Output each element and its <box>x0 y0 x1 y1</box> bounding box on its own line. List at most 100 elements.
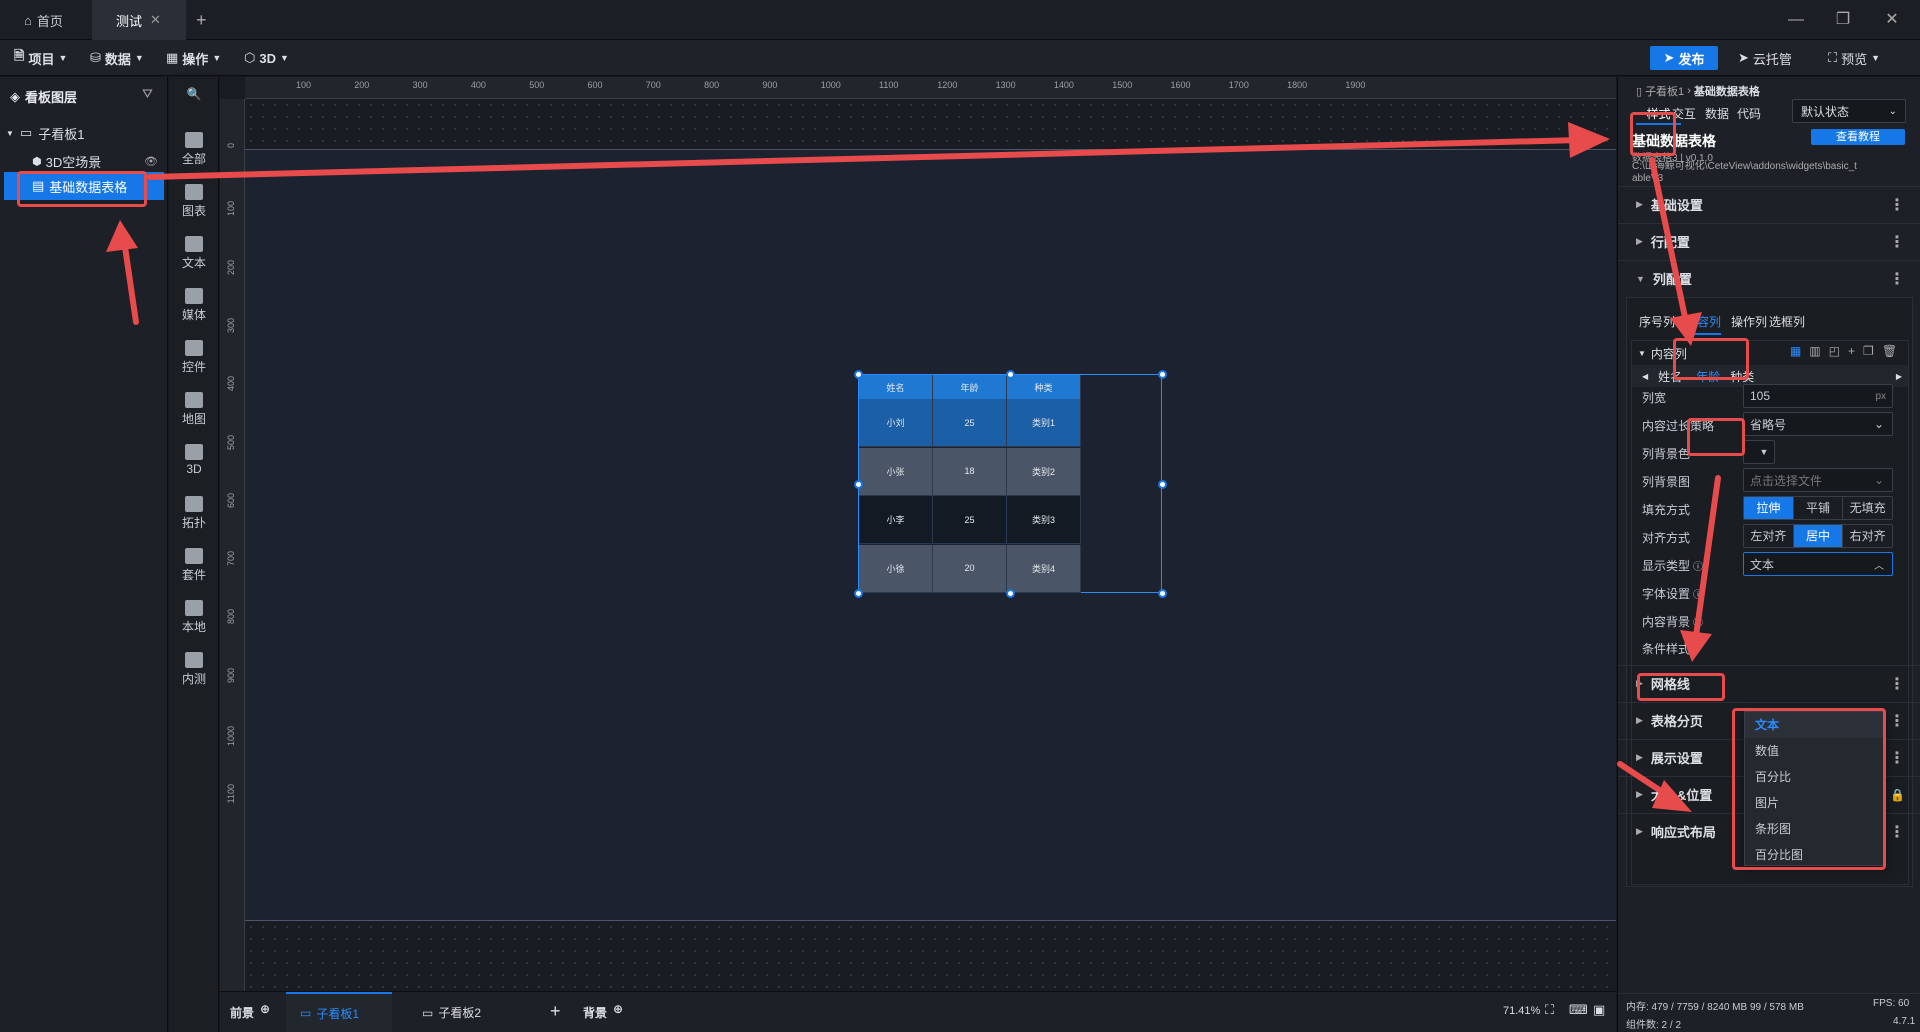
align-center[interactable]: 居中 <box>1793 525 1844 547</box>
overflow-select[interactable]: 省略号 ⌄ <box>1743 412 1893 436</box>
caret-right-icon[interactable]: ▶ <box>1896 372 1902 381</box>
table-widget[interactable]: 姓名 年龄 种类 小刘 25 类别1 小张 18 类别2 小李 25 类别3 小徐 20 类别4 <box>854 370 1167 598</box>
category-beta[interactable]: 内测 <box>169 652 219 687</box>
more-icon[interactable]: ⋮ <box>1889 822 1905 842</box>
filter-icon[interactable]: ⛛ <box>142 86 153 102</box>
col-tab-content[interactable]: 内容列 <box>1685 313 1722 335</box>
tab-code[interactable]: 代码 <box>1737 103 1761 125</box>
keyboard-icon[interactable]: ⌨ <box>1569 1002 1588 1018</box>
category-topology[interactable]: 拓扑 <box>169 496 219 531</box>
table-icon[interactable]: ▦ <box>1790 344 1801 358</box>
align-right[interactable]: 右对齐 <box>1843 525 1892 547</box>
add-circle-icon[interactable]: ⊕ <box>613 1002 623 1016</box>
menu-project[interactable]: 🗎 项目 ▼ <box>14 40 67 76</box>
tab-foreground[interactable]: 前景 ⊕ <box>230 1002 270 1021</box>
preview-button[interactable]: ⛶ 预览 ▼ <box>1828 40 1880 76</box>
tab-subboard-2[interactable]: ▭ 子看板2 <box>422 1004 481 1021</box>
category-text[interactable]: 文本 <box>169 236 219 271</box>
bg-image-select[interactable]: 点击选择文件 ⌄ <box>1743 468 1893 492</box>
terminal-icon[interactable]: ▣ <box>1593 1002 1605 1018</box>
more-icon[interactable]: ⋮ <box>1889 674 1905 694</box>
col-tab-index[interactable]: 序号列 <box>1639 313 1675 330</box>
chevron-down-icon: ▼ <box>212 53 222 63</box>
help-icon[interactable]: ⓘ <box>1693 558 1703 573</box>
help-icon[interactable]: ⓘ <box>1693 586 1703 601</box>
display-type-label: 显示类型 ⓘ <box>1642 558 1704 573</box>
search-icon[interactable]: 🔍 <box>169 87 219 101</box>
resize-handle[interactable] <box>854 589 863 598</box>
fit-screen-icon[interactable]: ⛶ <box>1545 1002 1554 1018</box>
add-icon[interactable]: + <box>1848 344 1855 358</box>
caret-down-icon: ▼ <box>1759 447 1769 457</box>
tab-home[interactable]: ⌂ 首页 <box>0 0 92 40</box>
resize-handle[interactable] <box>1006 589 1015 598</box>
resize-handle[interactable] <box>854 480 863 489</box>
publish-button[interactable]: ➤ 发布 <box>1650 46 1718 70</box>
fill-tile[interactable]: 平铺 <box>1794 497 1844 519</box>
more-icon[interactable]: ⋮ <box>1889 232 1905 252</box>
category-map[interactable]: 地图 <box>169 392 219 427</box>
resize-handle[interactable] <box>1158 480 1167 489</box>
layout-icon[interactable]: ▥ <box>1809 344 1820 358</box>
add-circle-icon[interactable]: ⊕ <box>260 1002 270 1016</box>
resize-handle[interactable] <box>1158 370 1167 379</box>
category-media[interactable]: 媒体 <box>169 288 219 323</box>
ruler-tick-label: 1700 <box>1228 80 1249 90</box>
close-icon[interactable]: ✕ <box>150 12 161 28</box>
section-col-config[interactable]: ▼ 列配置 ⋮ <box>1618 260 1920 296</box>
category-3d[interactable]: 3D <box>169 444 219 476</box>
send-icon: ➤ <box>1738 50 1749 65</box>
category-chart[interactable]: 图表 <box>169 184 219 219</box>
align-left[interactable]: 左对齐 <box>1744 525 1794 547</box>
paint-icon[interactable]: ◰ <box>1829 344 1840 358</box>
col-tab-checkbox[interactable]: 选框列 <box>1769 313 1805 330</box>
section-basic[interactable]: ▶ 基础设置 ⋮ <box>1618 186 1920 222</box>
menu-data[interactable]: ⛁ 数据 ▼ <box>90 40 144 76</box>
close-window-icon[interactable]: ✕ <box>1882 10 1902 30</box>
category-local[interactable]: 本地 <box>169 600 219 635</box>
fill-none[interactable]: 无填充 <box>1843 497 1892 519</box>
category-control[interactable]: 控件 <box>169 340 219 375</box>
fill-stretch[interactable]: 拉伸 <box>1744 497 1794 519</box>
lock-icon[interactable]: 🔒 <box>1890 788 1905 802</box>
tab-subboard-1[interactable]: ▭ 子看板1 <box>286 992 392 1032</box>
menu-3d[interactable]: ⬡ 3D ▼ <box>244 40 289 76</box>
more-icon[interactable]: ⋮ <box>1889 195 1905 215</box>
caret-left-icon[interactable]: ◀ <box>1642 372 1648 381</box>
minimize-icon[interactable]: — <box>1786 10 1806 30</box>
table-header-cell: 姓名 <box>859 375 933 399</box>
eye-icon[interactable]: 👁 <box>144 155 158 168</box>
col-tab-action[interactable]: 操作列 <box>1731 313 1767 330</box>
state-select[interactable]: 默认状态 ⌄ <box>1792 99 1906 123</box>
more-icon[interactable]: ⋮ <box>1889 748 1905 768</box>
category-kit[interactable]: 套件 <box>169 548 219 583</box>
resize-handle[interactable] <box>1006 370 1015 379</box>
table-cell: 25 <box>933 399 1007 447</box>
cloud-button[interactable]: ➤ 云托管 <box>1738 40 1792 76</box>
status-bar: 内存: 479 / 7759 / 8240 MB 99 / 578 MB FPS… <box>1618 993 1920 1032</box>
resize-handle[interactable] <box>1158 589 1167 598</box>
tutorial-button[interactable]: 查看教程 <box>1811 129 1905 145</box>
section-row-config[interactable]: ▶ 行配置 ⋮ <box>1618 223 1920 259</box>
new-tab-button[interactable]: + <box>196 0 216 40</box>
layer-item-3d-scene[interactable]: ⬢ 3D空场景 👁 <box>32 151 158 171</box>
copy-icon[interactable]: ❐ <box>1863 344 1874 358</box>
delete-icon[interactable]: 🗑 <box>1882 344 1897 358</box>
width-input[interactable]: 105 px <box>1743 384 1893 408</box>
bg-color-picker[interactable]: ▼ <box>1743 440 1775 464</box>
more-icon[interactable]: ⋮ <box>1889 269 1905 289</box>
zoom-level[interactable]: 71.41% <box>1503 1005 1540 1017</box>
add-board-button[interactable]: + <box>550 1001 561 1022</box>
more-icon[interactable]: ⋮ <box>1889 711 1905 731</box>
tab-test[interactable]: 测试 ✕ <box>92 0 186 40</box>
canvas-margin-bottom <box>245 921 1616 991</box>
menu-operate[interactable]: ▦ 操作 ▼ <box>166 40 221 76</box>
resize-handle[interactable] <box>854 370 863 379</box>
tab-background[interactable]: 背景 ⊕ <box>583 1002 623 1021</box>
display-type-select[interactable]: 文本 ︿ <box>1743 552 1893 576</box>
help-icon[interactable]: ⓘ <box>1693 614 1703 629</box>
restore-icon[interactable]: ❐ <box>1833 10 1853 30</box>
tab-data[interactable]: 数据 <box>1705 103 1729 125</box>
layer-item-board[interactable]: ▼ ▭ 子看板1 <box>6 123 84 143</box>
category-all[interactable]: 全部 <box>169 132 219 167</box>
